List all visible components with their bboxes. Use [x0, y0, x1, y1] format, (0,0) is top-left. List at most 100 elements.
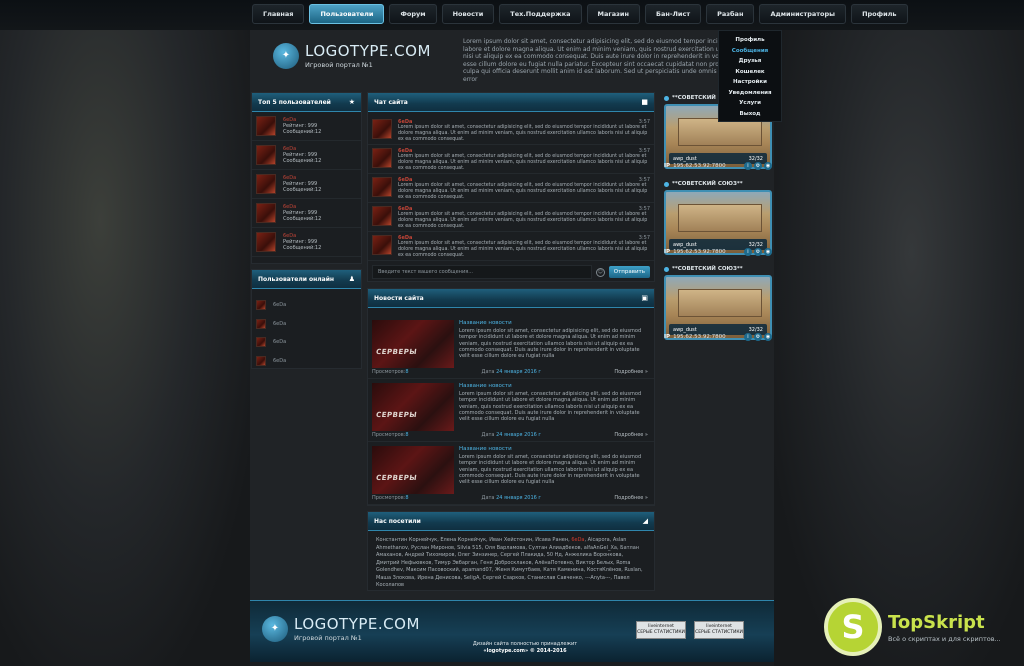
news-title-link[interactable]: Название новости [459, 446, 650, 452]
panel-title: Чат сайта [374, 98, 408, 106]
chat-message: 6eDa 3:57 Lorem ipsum dolor sit amet, cons… [368, 232, 654, 261]
list-item[interactable]: 6eDa [252, 315, 361, 334]
panel-title: Нас посетили [374, 517, 421, 525]
nav-shop[interactable]: Магазин [586, 4, 640, 24]
connect-icon[interactable]: ⚙ [754, 333, 762, 341]
list-item[interactable]: 6eDa [252, 352, 361, 371]
avatar [256, 203, 276, 223]
news-image[interactable]: СЕРВЕРЫ [372, 320, 454, 368]
menu-item-wallet[interactable]: Кошелек [719, 67, 781, 78]
list-item[interactable]: 6eDa Рейтинг: 999 Сообщений:12 [252, 228, 361, 257]
nav-news[interactable]: Новости [441, 4, 495, 24]
map-preview [678, 289, 762, 317]
nav-profile[interactable]: Профиль [851, 4, 908, 24]
star-icon: ★ [348, 98, 355, 106]
avatar [256, 116, 276, 136]
avatar [256, 145, 276, 165]
panel-title: Топ 5 пользователей [258, 98, 331, 106]
news-image[interactable]: СЕРВЕРЫ [372, 446, 454, 494]
status-dot-icon [664, 266, 669, 272]
topskript-watermark: S TopSkript Всё о скриптах и для скрипто… [824, 598, 1001, 656]
soldier-logo-icon: ✦ [273, 42, 299, 69]
list-item[interactable]: 6eDa Рейтинг: 999 Сообщений:12 [252, 112, 361, 141]
nav-users[interactable]: Пользователи [309, 4, 385, 24]
read-more-link[interactable]: Подробнее » [614, 432, 648, 438]
chat-message: 6eDa 3:57 Lorem ipsum dolor sit amet, cons… [368, 174, 654, 203]
avatar [256, 318, 266, 329]
site-logo[interactable]: ✦ LOGOTYPE.COM Игровой портал №1 [273, 42, 431, 69]
connect-icon[interactable]: ⚙ [754, 248, 762, 256]
liveinternet-counter[interactable]: liveinternet СЕРЫЕ СТАТИСТИКИ [694, 621, 744, 639]
panel-title: Новости сайта [374, 294, 424, 302]
server-card[interactable]: awp_dust 32/32 [664, 190, 772, 255]
news-image[interactable]: СЕРВЕРЫ [372, 383, 454, 431]
nav-support[interactable]: Тех.Поддержка [499, 4, 582, 24]
nav-forum[interactable]: Форум [389, 4, 437, 24]
chat-message: 6eDa 3:57 Lorem ipsum dolor sit amet, cons… [368, 116, 654, 145]
avatar [256, 355, 266, 366]
map-preview [678, 118, 762, 146]
list-item[interactable]: 6eDa Рейтинг: 999 Сообщений:12 [252, 141, 361, 170]
top-users-panel: Топ 5 пользователей ★ 6eDa Рейтинг: 999 Соо… [251, 92, 362, 264]
read-more-link[interactable]: Подробнее » [614, 369, 648, 375]
nav-admins[interactable]: Администраторы [759, 4, 847, 24]
details-icon[interactable]: ◉ [764, 333, 772, 341]
nav-unban[interactable]: Разбан [706, 4, 755, 24]
details-icon[interactable]: ◉ [764, 248, 772, 256]
profile-dropdown-menu: Профиль Сообщения Друзья Кошелек Настрой… [718, 30, 782, 122]
smiley-icon[interactable]: ☺ [595, 267, 605, 277]
top-navigation-bar: Главная Пользователи Форум Новости Тех.П… [0, 0, 1024, 30]
menu-item-profile[interactable]: Профиль [719, 35, 781, 46]
news-title-link[interactable]: Название новости [459, 320, 650, 326]
server-ip-row: IP 195.62.53.92:7800 i ⚙ ◉ [664, 333, 772, 341]
chat-icon: ■ [641, 98, 648, 106]
chat-message: 6eDa 3:57 Lorem ipsum dolor sit amet, cons… [368, 145, 654, 174]
menu-item-logout[interactable]: Выход [719, 109, 781, 120]
avatar [372, 148, 392, 168]
visitors-panel: Нас посетили ◢ Константин Корнейчук, Елен… [367, 511, 655, 591]
news-title-link[interactable]: Название новости [459, 383, 650, 389]
footer-logo[interactable]: ✦ LOGOTYPE.COM Игровой портал №1 [262, 615, 420, 642]
menu-item-notifications[interactable]: Уведомления [719, 88, 781, 99]
soldier-logo-icon: ✦ [262, 615, 288, 642]
avatar [256, 337, 266, 348]
server-card[interactable]: awp_dust 32/32 [664, 275, 772, 340]
status-dot-icon [664, 95, 669, 101]
connect-icon[interactable]: ⚙ [754, 162, 762, 170]
news-item: СЕРВЕРЫ Название новости Lorem ipsum dolo… [368, 379, 654, 442]
details-icon[interactable]: ◉ [764, 162, 772, 170]
site-footer: ✦ LOGOTYPE.COM Игровой портал №1 Дизайн … [250, 600, 774, 662]
list-item[interactable]: 6eDa [252, 333, 361, 352]
nav-banlist[interactable]: Бан-Лист [644, 4, 702, 24]
avatar [372, 235, 392, 255]
news-panel: Новости сайта ▣ СЕРВЕРЫ Название новости L… [367, 288, 655, 506]
online-users-panel: Пользователи онлайн ♟ 6eDa 6eDa 6eDa 6eDa [251, 269, 362, 369]
menu-item-messages[interactable]: Сообщения [719, 46, 781, 57]
menu-item-friends[interactable]: Друзья [719, 56, 781, 67]
info-icon[interactable]: i [744, 162, 752, 170]
chat-message-input[interactable]: Введите текст вашего сообщения... [372, 265, 592, 279]
server-ip-row: IP 195.62.53.92:7800 i ⚙ ◉ [664, 248, 772, 256]
menu-item-services[interactable]: Услуги [719, 98, 781, 109]
footer-copyright: Дизайн сайта полностью принадлежит «logot… [472, 641, 578, 654]
avatar [372, 119, 392, 139]
nav-home[interactable]: Главная [252, 4, 305, 24]
info-icon[interactable]: i [744, 248, 752, 256]
panel-title: Пользователи онлайн [258, 275, 335, 283]
server-ip-row: IP 195.62.53.92:7800 i ⚙ ◉ [664, 162, 772, 170]
send-button[interactable]: Отправить [608, 266, 650, 278]
background-art-left [0, 30, 250, 666]
menu-item-settings[interactable]: Настройки [719, 77, 781, 88]
logo-title: LOGOTYPE.COM [305, 42, 431, 60]
info-icon[interactable]: i [744, 333, 752, 341]
avatar [256, 232, 276, 252]
background-art-right [774, 30, 1024, 666]
list-item[interactable]: 6eDa Рейтинг: 999 Сообщений:12 [252, 199, 361, 228]
list-item[interactable]: 6eDa Рейтинг: 999 Сообщений:12 [252, 170, 361, 199]
news-item: СЕРВЕРЫ Название новости Lorem ipsum dolo… [368, 316, 654, 379]
liveinternet-counter[interactable]: liveinternet СЕРЫЕ СТАТИСТИКИ [636, 621, 686, 639]
chart-icon: ◢ [642, 517, 648, 525]
list-item[interactable]: 6eDa [252, 296, 361, 315]
read-more-link[interactable]: Подробнее » [614, 495, 648, 501]
user-icon: ♟ [348, 275, 355, 283]
